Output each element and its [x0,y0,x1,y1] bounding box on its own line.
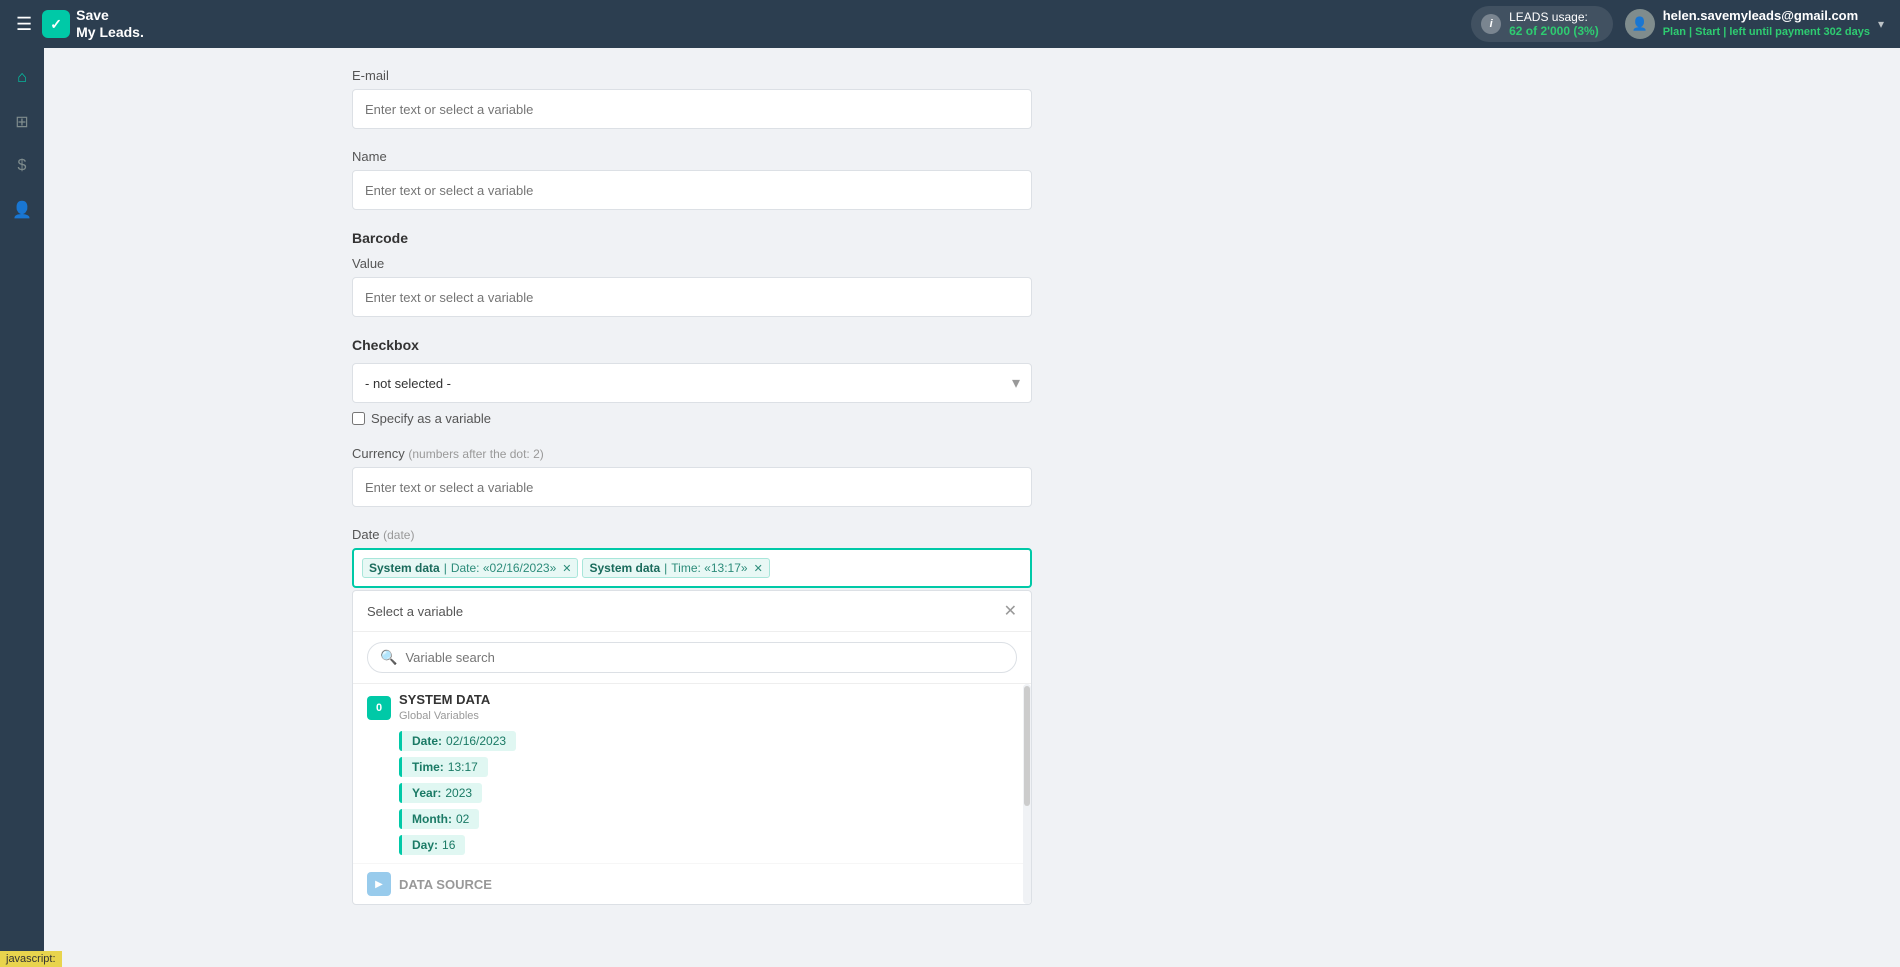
logo[interactable]: ✓ Save My Leads. [42,7,144,41]
name-field-group: Name [352,149,1032,210]
specify-variable-label[interactable]: Specify as a variable [371,411,491,426]
sidebar-item-billing[interactable]: $ [4,148,40,184]
date-tag-2[interactable]: System data | Time: «13:17» ✕ [582,558,769,578]
date-field-group: Date (date) System data | Date: «02/16/2… [352,527,1032,905]
navbar-center: i LEADS usage: 62 of 2'000 (3%) 👤 helen.… [1471,6,1884,42]
barcode-section: Barcode Value [352,230,1032,317]
var-day[interactable]: Day: 16 [399,835,465,855]
variable-selector-header: Select a variable ✕ [353,591,1031,632]
leads-usage-text: LEADS usage: 62 of 2'000 (3%) [1509,10,1599,38]
date-tag-input[interactable]: System data | Date: «02/16/2023» ✕ Syste… [352,548,1032,588]
email-field-group: E-mail [352,68,1032,129]
tag2-keyword: System data [589,561,660,575]
home-icon: ⌂ [17,69,27,87]
variable-search-inner: 🔍 [367,642,1017,673]
specify-variable-row: Specify as a variable [352,411,1032,426]
variable-list: 0 SYSTEM DATA Global Variables Date: 02/… [353,684,1031,904]
js-badge: javascript: [0,951,62,967]
tag2-value: Time: «13:17» [671,561,747,575]
navbar: ☰ ✓ Save My Leads. i LEADS usage: 62 of … [0,0,1900,48]
checkbox-select[interactable]: - not selected - [352,363,1032,403]
main-layout: ⌂ ⊞ $ 👤 E-mail Name Barcode [0,48,1900,967]
value-label: Value [352,256,1032,271]
var-year[interactable]: Year: 2023 [399,783,482,803]
tag1-close-icon[interactable]: ✕ [562,562,571,575]
tag2-close-icon[interactable]: ✕ [754,562,763,575]
right-panel [1340,48,1900,967]
section-subtitle: Global Variables [399,709,490,723]
menu-icon[interactable]: ☰ [16,14,32,35]
currency-input[interactable] [352,467,1032,507]
sidebar-item-home[interactable]: ⌂ [4,60,40,96]
user-info[interactable]: 👤 helen.savemyleads@gmail.com Plan | Sta… [1625,7,1884,41]
name-label: Name [352,149,1032,164]
sidebar-item-account[interactable]: 👤 [4,192,40,228]
currency-field-group: Currency (numbers after the dot: 2) [352,446,1032,507]
logo-checkmark: ✓ [42,10,70,38]
form-container: E-mail Name Barcode Value Checkbox - not… [312,68,1072,905]
checkbox-select-wrapper: - not selected - ▾ [352,363,1032,403]
currency-sublabel: (numbers after the dot: 2) [408,447,543,461]
scrollbar-thumb[interactable] [1024,686,1030,806]
user-email: helen.savemyleads@gmail.com [1663,7,1870,25]
tag1-keyword: System data [369,561,440,575]
account-icon: 👤 [12,200,32,220]
email-input[interactable] [352,89,1032,129]
chevron-down-icon: ▾ [1878,17,1884,31]
system-data-section: 0 SYSTEM DATA Global Variables Date: 02/… [353,684,1031,863]
data-source-name: DATA SOURCE [399,877,492,892]
specify-variable-checkbox[interactable] [352,412,365,425]
currency-label: Currency (numbers after the dot: 2) [352,446,1032,461]
navbar-left: ☰ ✓ Save My Leads. [16,7,144,41]
date-label: Date (date) [352,527,1032,542]
logo-text: Save My Leads. [76,7,144,41]
scrollbar-track [1023,684,1031,904]
content-area: E-mail Name Barcode Value Checkbox - not… [44,48,1340,967]
dollar-icon: $ [18,157,27,175]
tag2-pipe: | [664,561,667,575]
user-details: helen.savemyleads@gmail.com Plan | Start… [1663,7,1870,41]
selector-close-icon[interactable]: ✕ [1004,601,1017,621]
variable-items: Date: 02/16/2023 Time: 13:17 Year: 2023 [367,731,1017,855]
system-data-header: 0 SYSTEM DATA Global Variables [367,692,1017,723]
var-time[interactable]: Time: 13:17 [399,757,488,777]
tag1-value: Date: «02/16/2023» [451,561,556,575]
variable-search-box: 🔍 [353,632,1031,684]
info-icon: i [1481,14,1501,34]
var-date[interactable]: Date: 02/16/2023 [399,731,516,751]
sidebar-item-integrations[interactable]: ⊞ [4,104,40,140]
leads-count: 62 of 2'000 (3%) [1509,24,1599,38]
email-label: E-mail [352,68,1032,83]
date-sublabel: (date) [383,528,414,542]
tag1-pipe: | [444,561,447,575]
date-tag-1[interactable]: System data | Date: «02/16/2023» ✕ [362,558,578,578]
checkbox-field-group: Checkbox - not selected - ▾ Specify as a… [352,337,1032,426]
variable-selector: Select a variable ✕ 🔍 0 [352,590,1032,905]
data-source-badge: ▶ [367,872,391,896]
barcode-title: Barcode [352,230,1032,246]
section-info: SYSTEM DATA Global Variables [399,692,490,723]
barcode-value-input[interactable] [352,277,1032,317]
integrations-icon: ⊞ [15,112,28,132]
sidebar: ⌂ ⊞ $ 👤 [0,48,44,967]
var-month[interactable]: Month: 02 [399,809,479,829]
search-icon: 🔍 [380,649,397,666]
name-input[interactable] [352,170,1032,210]
user-plan: Plan | Start | left until payment 302 da… [1663,25,1870,40]
system-data-badge: 0 [367,696,391,720]
selector-title: Select a variable [367,604,463,619]
section-name: SYSTEM DATA [399,692,490,709]
variable-search-input[interactable] [405,650,1004,665]
leads-usage-widget[interactable]: i LEADS usage: 62 of 2'000 (3%) [1471,6,1613,42]
avatar: 👤 [1625,9,1655,39]
checkbox-title: Checkbox [352,337,1032,353]
